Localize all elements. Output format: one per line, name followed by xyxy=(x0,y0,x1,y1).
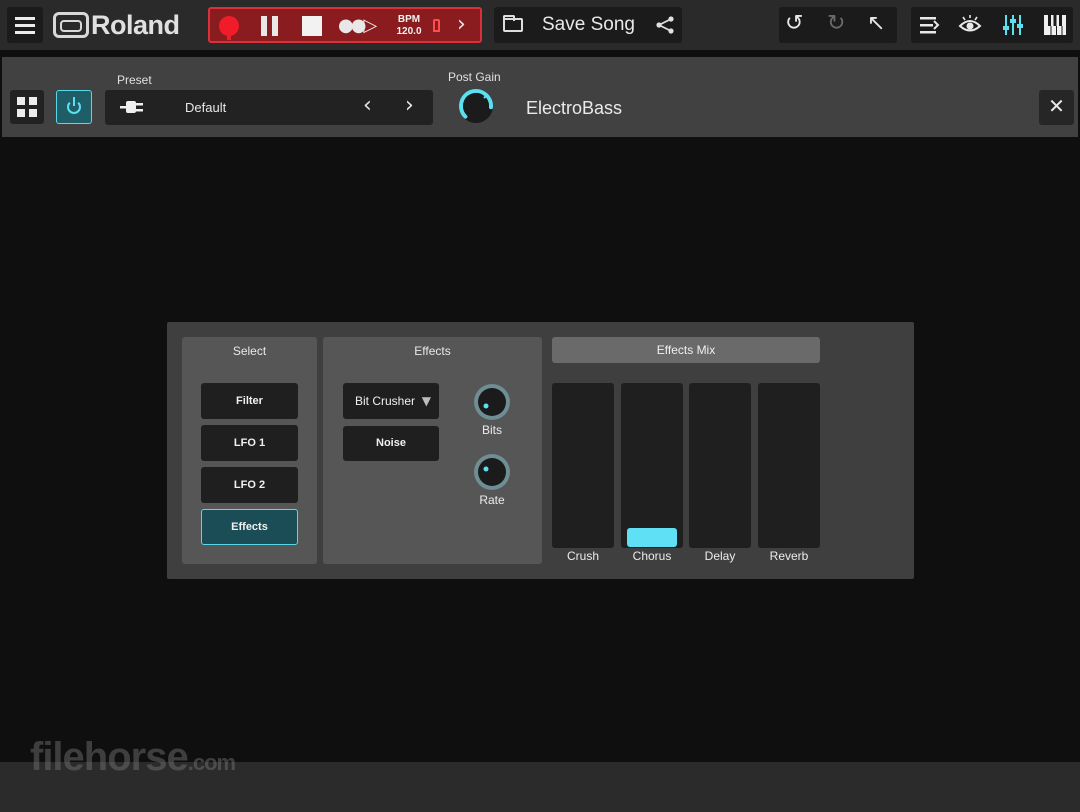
filehorse-watermark: filehorse.com xyxy=(30,735,236,780)
preset-name: Default xyxy=(185,100,227,115)
metronome-icon[interactable] xyxy=(433,19,440,32)
bits-label: Bits xyxy=(481,423,502,437)
post-gain-label: Post Gain xyxy=(448,70,501,84)
effects-section: Effects Bit Crusher ▼ Noise Bits Rate xyxy=(323,337,542,564)
pointer-arrow-icon[interactable]: ↖ xyxy=(867,11,885,36)
delay-label: Delay xyxy=(704,549,736,563)
keyboard-icon[interactable] xyxy=(1043,13,1067,37)
loop-play-icon[interactable]: ●●▷ xyxy=(338,15,377,36)
redo-icon[interactable]: ↻ xyxy=(827,11,845,36)
power-button[interactable] xyxy=(56,90,92,124)
reverb-label: Reverb xyxy=(769,549,809,563)
chorus-label: Chorus xyxy=(632,549,672,563)
brand-name: Roland xyxy=(91,9,180,40)
select-filter-button[interactable]: Filter xyxy=(201,383,298,419)
bpm-label: BPM xyxy=(397,14,421,25)
effects-mix-header[interactable]: Effects Mix xyxy=(552,337,820,363)
bpm-value: 120.0 xyxy=(396,26,422,37)
effects-title: Effects xyxy=(414,344,451,358)
eye-icon[interactable] xyxy=(958,14,982,36)
menu-button[interactable] xyxy=(7,7,43,43)
watermark-text: filehorse xyxy=(30,735,189,779)
pause-button[interactable] xyxy=(260,16,280,36)
record-button[interactable] xyxy=(219,16,239,40)
select-lfo2-button[interactable]: LFO 2 xyxy=(201,467,298,503)
instrument-name: ElectroBass xyxy=(526,98,623,118)
tracks-icon[interactable] xyxy=(919,14,941,36)
transport-expand-icon[interactable]: › xyxy=(457,12,466,37)
instrument-header: Preset Default ‹ › Post Gain ElectroBass… xyxy=(2,57,1078,137)
dropdown-arrow-icon: ▼ xyxy=(421,394,431,408)
close-icon: ✕ xyxy=(1048,94,1065,118)
logo-mark xyxy=(53,12,89,38)
prev-preset-chevron-icon[interactable]: ‹ xyxy=(363,93,372,118)
select-section: Select Filter LFO 1 LFO 2 Effects xyxy=(182,337,317,564)
grid-view-button[interactable] xyxy=(10,90,44,124)
stop-button[interactable] xyxy=(302,16,322,36)
chorus-fader[interactable] xyxy=(621,383,683,548)
undo-icon[interactable]: ↺ xyxy=(785,11,803,36)
delay-fader[interactable] xyxy=(689,383,751,548)
synth-panel: Select Filter LFO 1 LFO 2 Effects Effect… xyxy=(167,322,914,579)
chorus-fader-thumb[interactable] xyxy=(627,528,677,547)
view-toolbar xyxy=(911,7,1073,43)
preset-selector[interactable]: Default ‹ › xyxy=(105,90,433,125)
bits-knob[interactable] xyxy=(472,382,512,422)
roland-logo: Roland xyxy=(53,9,180,41)
select-effects-button[interactable]: Effects xyxy=(201,509,298,545)
song-bar: Save Song xyxy=(494,7,682,43)
select-lfo1-button[interactable]: LFO 1 xyxy=(201,425,298,461)
hamburger-icon xyxy=(15,17,35,34)
watermark-suffix: .com xyxy=(187,750,236,775)
close-button[interactable]: ✕ xyxy=(1039,90,1074,125)
mixer-icon[interactable] xyxy=(1002,13,1024,37)
select-title: Select xyxy=(232,344,267,358)
bpm-display[interactable]: BPM 120.0 xyxy=(392,14,426,38)
next-preset-chevron-icon[interactable]: › xyxy=(405,93,414,118)
preset-label: Preset xyxy=(117,73,152,87)
crush-fader[interactable] xyxy=(552,383,614,548)
top-toolbar: Roland ●●▷ BPM 120.0 › Save Song ↺ ↻ ↖ xyxy=(0,0,1080,50)
crush-label: Crush xyxy=(566,549,599,563)
grid-icon xyxy=(17,97,25,105)
effect-type-value: Bit Crusher xyxy=(355,394,416,408)
effect-type-dropdown[interactable]: Bit Crusher ▼ xyxy=(343,383,439,419)
post-gain-knob[interactable] xyxy=(453,85,499,127)
rate-knob[interactable] xyxy=(472,452,512,492)
noise-button[interactable]: Noise xyxy=(343,426,439,461)
save-song-button[interactable]: Save Song xyxy=(542,14,635,36)
rate-label: Rate xyxy=(479,493,505,507)
edit-toolbar: ↺ ↻ ↖ xyxy=(779,7,897,43)
reverb-fader[interactable] xyxy=(758,383,820,548)
share-icon[interactable] xyxy=(654,16,676,34)
plug-icon xyxy=(120,101,143,113)
folder-icon[interactable] xyxy=(503,15,523,32)
transport-bar: ●●▷ BPM 120.0 › xyxy=(208,7,482,43)
